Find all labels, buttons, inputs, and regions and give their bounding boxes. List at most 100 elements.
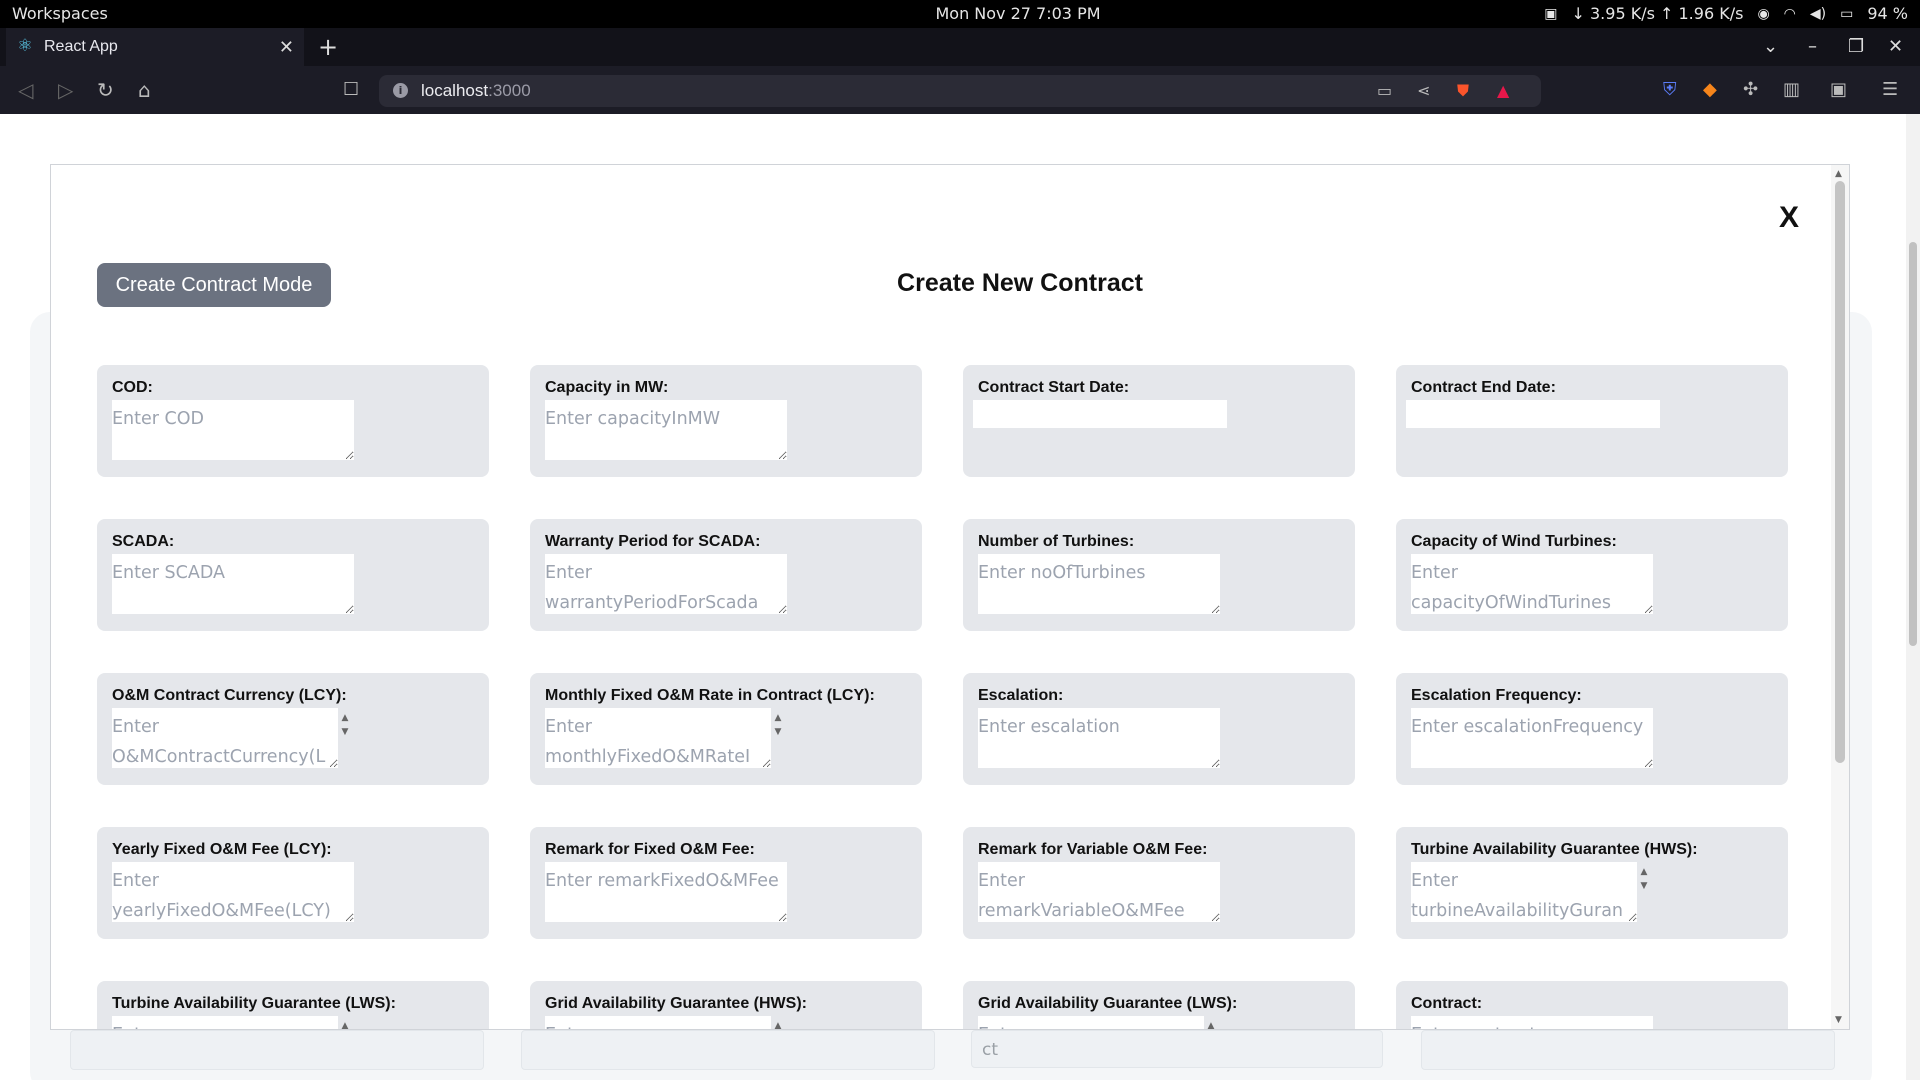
date-input[interactable] xyxy=(1406,400,1660,428)
browser-toolbar: ◁ ▷ ↻ ⌂ ☐ i localhost:3000 ▭ ⋖ ⛊ ▲ ⛨ ◆ ✣… xyxy=(0,66,1920,114)
metamask-icon[interactable]: ◆ xyxy=(1703,75,1717,105)
scroll-down-icon[interactable]: ▼ xyxy=(1835,1015,1842,1025)
battery-level: 94 % xyxy=(1867,4,1908,23)
field-textarea[interactable] xyxy=(112,1016,338,1029)
field-card: Contract Start Date: xyxy=(963,365,1355,477)
background-field xyxy=(70,1030,484,1070)
create-contract-modal: X Create Contract Mode Create New Contra… xyxy=(50,164,1850,1030)
page-scrollbar[interactable] xyxy=(1906,114,1920,1080)
sidebar-icon[interactable]: ▥ xyxy=(1783,75,1800,105)
field-textarea[interactable] xyxy=(1411,708,1653,768)
field-textarea[interactable] xyxy=(978,1016,1204,1029)
field-card: Capacity in MW: xyxy=(530,365,922,477)
restore-icon[interactable]: ❐ xyxy=(1848,28,1864,66)
tab-react-app[interactable]: ⚛ React App ✕ xyxy=(6,28,304,66)
field-label: Monthly Fixed O&M Rate in Contract (LCY)… xyxy=(545,687,875,704)
react-logo-icon: ⚛ xyxy=(17,36,33,55)
battery-icon[interactable]: ▭ xyxy=(1840,0,1853,28)
field-label: Turbine Availability Guarantee (LWS): xyxy=(112,995,396,1012)
field-textarea[interactable] xyxy=(1411,1016,1653,1029)
window-close-icon[interactable]: ✕ xyxy=(1888,28,1903,66)
modal-scrollbar-thumb[interactable] xyxy=(1835,181,1845,763)
field-card: O&M Contract Currency (LCY): ▲▼ xyxy=(97,673,489,785)
address-bar[interactable]: i localhost:3000 ▭ ⋖ ⛊ ▲ xyxy=(379,75,1541,107)
field-textarea[interactable] xyxy=(112,400,354,460)
field-card: Yearly Fixed O&M Fee (LCY): xyxy=(97,827,489,939)
network-speed: ↓ 3.95 K/s ↑ 1.96 K/s xyxy=(1571,4,1744,23)
field-label: Escalation: xyxy=(978,687,1064,704)
field-label: Yearly Fixed O&M Fee (LCY): xyxy=(112,841,332,858)
url-text[interactable]: localhost:3000 xyxy=(421,75,531,107)
field-card: Turbine Availability Guarantee (HWS): ▲▼ xyxy=(1396,827,1788,939)
wifi-icon[interactable]: ◠ xyxy=(1784,0,1796,28)
field-textarea[interactable] xyxy=(1411,554,1653,614)
accessibility-icon[interactable]: ◉ xyxy=(1757,0,1769,28)
field-card: SCADA: xyxy=(97,519,489,631)
field-textarea[interactable] xyxy=(978,708,1220,768)
field-textarea[interactable] xyxy=(545,400,787,460)
date-input[interactable] xyxy=(973,400,1227,428)
brave-shields-icon[interactable]: ⛊ xyxy=(1457,75,1469,107)
field-textarea[interactable] xyxy=(978,862,1220,922)
field-card: Remark for Variable O&M Fee: xyxy=(963,827,1355,939)
field-textarea[interactable] xyxy=(545,1016,771,1029)
brave-rewards-icon[interactable]: ▲ xyxy=(1497,75,1509,107)
field-label: Escalation Frequency: xyxy=(1411,687,1582,704)
textarea-scroll-arrows[interactable]: ▲▼ xyxy=(338,1019,352,1029)
home-icon[interactable]: ⌂ xyxy=(138,66,151,114)
wallet-icon[interactable]: ▣ xyxy=(1830,75,1847,105)
field-card: Turbine Availability Guarantee (LWS): ▲▼ xyxy=(97,981,489,1029)
new-tab-button[interactable]: + xyxy=(318,28,338,66)
bitwarden-icon[interactable]: ⛨ xyxy=(1663,75,1677,105)
reload-icon[interactable]: ↻ xyxy=(97,66,114,114)
field-card: Escalation: xyxy=(963,673,1355,785)
field-card: Monthly Fixed O&M Rate in Contract (LCY)… xyxy=(530,673,922,785)
tab-list-chevron-icon[interactable]: ⌄ xyxy=(1763,28,1778,66)
background-field xyxy=(1421,1030,1835,1070)
page-scrollbar-thumb[interactable] xyxy=(1909,242,1917,646)
field-textarea[interactable] xyxy=(545,862,787,922)
minimize-icon[interactable]: – xyxy=(1808,28,1817,66)
textarea-scroll-arrows[interactable]: ▲▼ xyxy=(338,711,352,757)
field-textarea[interactable] xyxy=(545,708,771,768)
field-textarea[interactable] xyxy=(112,554,354,614)
forward-icon[interactable]: ▷ xyxy=(58,66,73,114)
field-card: Warranty Period for SCADA: xyxy=(530,519,922,631)
textarea-scroll-arrows[interactable]: ▲▼ xyxy=(1637,865,1651,911)
textarea-scroll-arrows[interactable]: ▲▼ xyxy=(771,711,785,757)
field-label: Grid Availability Guarantee (LWS): xyxy=(978,995,1238,1012)
field-textarea[interactable] xyxy=(978,554,1220,614)
menu-icon[interactable]: ☰ xyxy=(1882,75,1898,105)
bookmark-icon[interactable]: ☐ xyxy=(343,66,359,114)
share-icon[interactable]: ⋖ xyxy=(1417,75,1430,107)
field-label: COD: xyxy=(112,379,153,396)
textarea-scroll-arrows[interactable]: ▲▼ xyxy=(1204,1019,1218,1029)
tab-title: React App xyxy=(44,38,118,55)
field-textarea[interactable] xyxy=(545,554,787,614)
field-textarea[interactable] xyxy=(112,862,354,922)
field-label: Capacity in MW: xyxy=(545,379,669,396)
field-label: Number of Turbines: xyxy=(978,533,1135,550)
cast-icon[interactable]: ▭ xyxy=(1377,75,1392,107)
modal-scrollbar[interactable]: ▲ ▼ xyxy=(1831,165,1849,1029)
field-card: Capacity of Wind Turbines: xyxy=(1396,519,1788,631)
tab-close-icon[interactable]: ✕ xyxy=(279,28,294,66)
modal-close-button[interactable]: X xyxy=(1779,201,1799,235)
field-textarea[interactable] xyxy=(112,708,338,768)
field-label: Grid Availability Guarantee (HWS): xyxy=(545,995,807,1012)
extensions-icon[interactable]: ✣ xyxy=(1743,75,1758,105)
background-field xyxy=(521,1030,935,1070)
back-icon[interactable]: ◁ xyxy=(18,66,33,114)
scroll-up-icon[interactable]: ▲ xyxy=(1835,169,1842,179)
volume-icon[interactable]: ◀) xyxy=(1810,0,1826,28)
screen-icon[interactable]: ▣ xyxy=(1544,0,1557,28)
field-label: Contract: xyxy=(1411,995,1483,1012)
field-label: Turbine Availability Guarantee (HWS): xyxy=(1411,841,1698,858)
site-info-icon[interactable]: i xyxy=(393,83,408,98)
field-label: Contract End Date: xyxy=(1411,379,1556,396)
field-label: Remark for Fixed O&M Fee: xyxy=(545,841,755,858)
textarea-scroll-arrows[interactable]: ▲▼ xyxy=(771,1019,785,1029)
field-card: Number of Turbines: xyxy=(963,519,1355,631)
field-textarea[interactable] xyxy=(1411,862,1637,922)
field-card: Escalation Frequency: xyxy=(1396,673,1788,785)
